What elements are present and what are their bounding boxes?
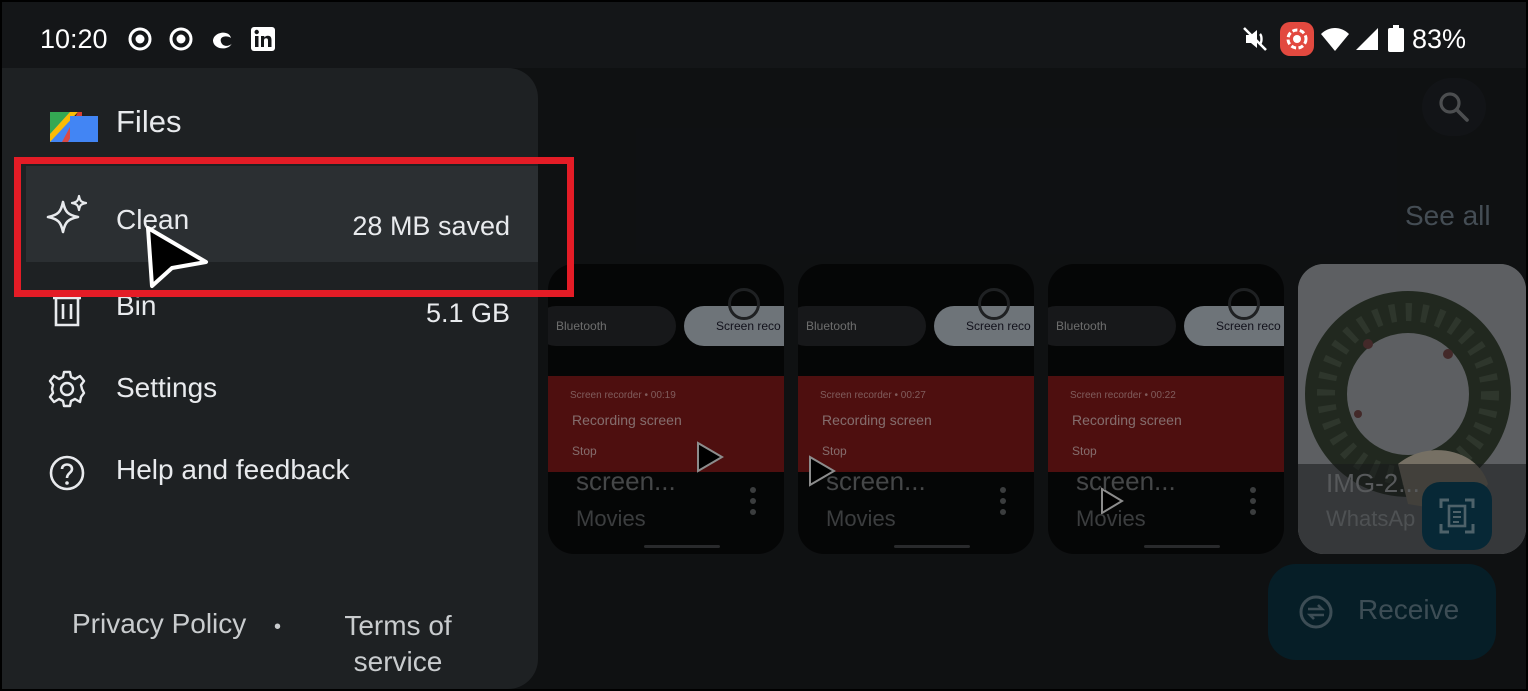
nav-trail-value: 5.1 GB: [425, 298, 510, 328]
wifi-icon: [1320, 26, 1350, 52]
privacy-policy-link[interactable]: Privacy Policy: [72, 608, 246, 640]
nav-item-help[interactable]: Help and feedback: [2, 430, 538, 510]
help-icon: [46, 452, 88, 494]
status-bar: 10:20 83%: [2, 2, 1526, 68]
battery-icon: [1386, 25, 1406, 52]
app-title: Files: [116, 104, 182, 139]
footer-separator: •: [274, 616, 282, 638]
nav-label: Settings: [116, 372, 218, 403]
screen-record-icon: [168, 26, 194, 52]
files-app-logo: [50, 112, 98, 142]
gear-icon: [46, 368, 88, 410]
status-time: 10:20: [40, 24, 108, 54]
signal-icon: [1354, 26, 1380, 52]
screen-record-icon: [127, 26, 153, 52]
linkedin-icon: [250, 26, 276, 52]
screen: 10:20 83% See all Bluetooth Screen reco …: [0, 0, 1528, 691]
nav-item-settings[interactable]: Settings: [2, 348, 538, 428]
battery-percent: 83%: [1412, 24, 1467, 54]
mute-icon: [1240, 26, 1270, 52]
edge-icon: [209, 26, 235, 52]
navigation-drawer: Files Clean 28 MB saved Bin 5.1 GB Setti…: [2, 68, 574, 689]
recording-indicator-icon: [1280, 22, 1314, 56]
nav-label: Help and feedback: [116, 454, 350, 485]
pointer-cursor-icon: [146, 226, 208, 288]
highlight-annotation: [14, 157, 574, 297]
terms-of-service-link[interactable]: Terms of service: [342, 608, 454, 680]
